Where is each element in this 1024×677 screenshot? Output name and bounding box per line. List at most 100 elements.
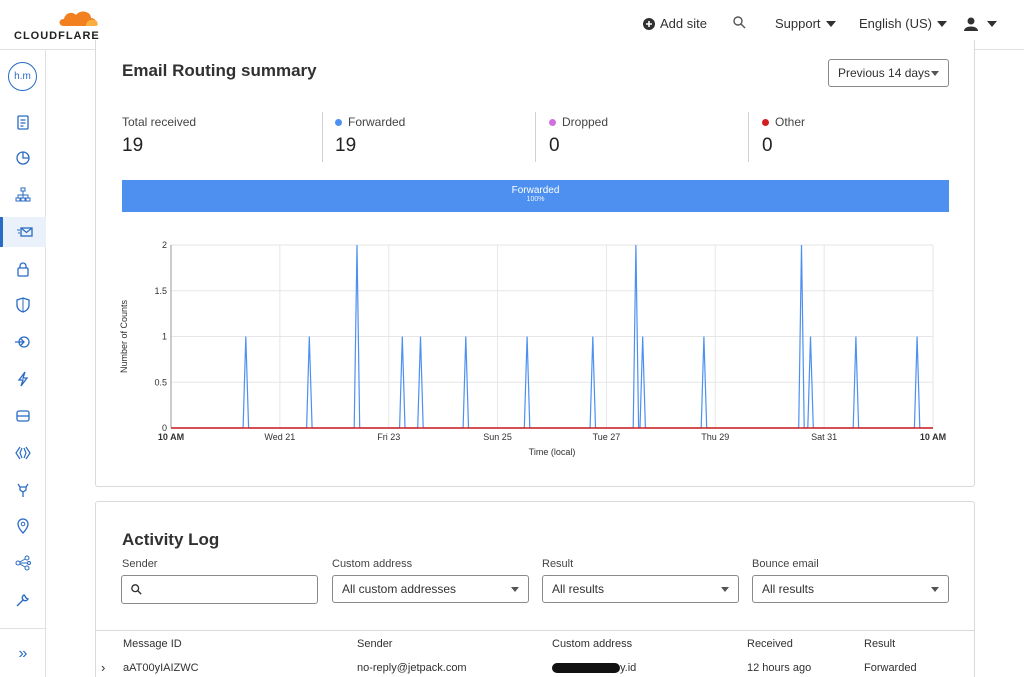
stat-value: 19 [335, 135, 357, 156]
caching-icon[interactable] [0, 401, 46, 431]
chevron-down-icon [936, 20, 947, 27]
divider [535, 112, 536, 162]
divider [322, 112, 323, 162]
divider [748, 112, 749, 162]
wrench-icon[interactable] [0, 585, 46, 615]
x-tick-label: Tue 27 [593, 432, 621, 442]
logo-text: CLOUDFLARE [14, 30, 100, 42]
network-icon[interactable] [0, 548, 46, 578]
lightning-icon[interactable] [0, 364, 46, 394]
location-pin-icon[interactable] [0, 511, 46, 541]
email-routing-summary-card: Email Routing summary Previous 14 days T… [95, 40, 975, 487]
forwarded-distribution-bar: Forwarded 100% [122, 180, 949, 212]
chevron-right-icon[interactable]: › [101, 660, 105, 675]
stat-value: 0 [762, 135, 773, 156]
column-header-result: Result [864, 638, 896, 650]
activity-log-card: Activity Log Sender Custom address All c… [95, 501, 975, 677]
custom-address-filter-label: Custom address [332, 558, 413, 570]
stat-value: 0 [549, 135, 560, 156]
cell-result: Forwarded [864, 662, 917, 674]
result-select[interactable]: All results [542, 575, 739, 603]
sender-search-input[interactable] [121, 575, 318, 604]
result-value: All results [552, 582, 605, 596]
workers-icon[interactable] [0, 438, 46, 468]
double-chevron-right-icon: » [18, 644, 28, 662]
user-menu[interactable] [964, 17, 997, 31]
support-label: Support [775, 16, 821, 31]
y-tick-label: 2 [162, 240, 167, 250]
access-icon[interactable] [0, 327, 46, 357]
y-tick-label: 1 [162, 332, 167, 342]
cell-custom-address: y.id [552, 662, 636, 674]
search-button[interactable] [733, 16, 746, 29]
account-avatar[interactable]: h.m [8, 62, 37, 91]
column-header-received: Received [747, 638, 793, 650]
sidebar: h.m » [0, 50, 46, 677]
y-tick-label: 0.5 [154, 377, 167, 387]
support-dropdown[interactable]: Support [775, 16, 836, 31]
search-icon [733, 16, 746, 29]
stat-dropped: Dropped 0 [549, 115, 608, 157]
sender-filter-label: Sender [122, 558, 158, 570]
y-axis-title: Number of Counts [119, 299, 129, 373]
stat-value: 19 [122, 135, 144, 156]
language-dropdown[interactable]: English (US) [859, 16, 947, 31]
bar-percent: 100% [526, 196, 545, 203]
analytics-icon[interactable] [0, 143, 46, 173]
stat-label: Total received [122, 115, 197, 129]
stat-total-received: Total received 19 [122, 115, 196, 157]
add-site-label: Add site [660, 16, 707, 31]
x-tick-label: Sun 25 [483, 432, 512, 442]
chevron-down-icon [987, 21, 997, 27]
activity-title: Activity Log [122, 530, 220, 549]
stat-other: Other 0 [762, 115, 805, 157]
lock-icon[interactable] [0, 254, 46, 284]
x-axis-title: Time (local) [529, 447, 576, 457]
column-header-custom-address: Custom address [552, 638, 633, 650]
column-header-sender: Sender [357, 638, 393, 650]
summary-title: Email Routing summary [122, 61, 317, 80]
x-tick-label: Thu 29 [701, 432, 729, 442]
bounce-email-select[interactable]: All results [752, 575, 949, 603]
date-range-value: Previous 14 days [838, 66, 931, 80]
cloudflare-logo[interactable]: CLOUDFLARE [14, 8, 102, 42]
result-filter-label: Result [542, 558, 574, 570]
custom-address-select[interactable]: All custom addresses [332, 575, 529, 603]
chevron-down-icon [721, 587, 729, 592]
x-tick-label: 10 AM [158, 432, 184, 442]
cell-received: 12 hours ago [747, 662, 812, 674]
cell-message-id: aAT00yIAIZWC [123, 662, 199, 674]
expand-sidebar-button[interactable]: » [0, 628, 46, 677]
y-tick-label: 1.5 [154, 286, 167, 296]
chevron-down-icon [825, 20, 836, 27]
redacted-block [552, 663, 620, 673]
email-icon[interactable] [0, 217, 46, 247]
forwarded-dot-icon [335, 118, 342, 126]
cell-sender: no-reply@jetpack.com [357, 662, 467, 674]
bounce-email-filter-label: Bounce email [752, 558, 819, 570]
cloud-logo-icon [59, 11, 98, 26]
chevron-down-icon [511, 587, 519, 592]
stat-label: Dropped [562, 115, 609, 129]
date-range-select[interactable]: Previous 14 days [828, 59, 949, 87]
chart-svg: 00.511.5210 AM Wed 21 Fri 23 Sun 25 Tue 27 Th… [119, 240, 946, 457]
bar-label: Forwarded [511, 185, 560, 196]
column-header-message-id: Message ID [123, 638, 182, 650]
dns-icon[interactable] [0, 180, 46, 210]
stat-label: Forwarded [348, 115, 406, 129]
x-tick-label: Fri 23 [377, 432, 400, 442]
overview-icon[interactable] [0, 107, 46, 137]
stat-label: Other [775, 115, 806, 129]
bounce-email-value: All results [762, 582, 815, 596]
cell-custom-address-text: y.id [620, 662, 637, 674]
user-icon [964, 17, 978, 31]
shield-icon[interactable] [0, 290, 46, 320]
rules-icon[interactable] [0, 475, 46, 505]
other-dot-icon [762, 118, 769, 126]
plus-circle-icon [643, 17, 655, 30]
add-site-button[interactable]: Add site [643, 16, 707, 31]
language-label: English (US) [859, 16, 932, 31]
dropped-dot-icon [549, 118, 556, 126]
counts-line-chart: 0 0.5 1 1.5 2 10 AM Wed 21 Fri 23 Sun 25 Tue 27 Th… [116, 230, 956, 470]
x-tick-label: Sat 31 [811, 432, 837, 442]
